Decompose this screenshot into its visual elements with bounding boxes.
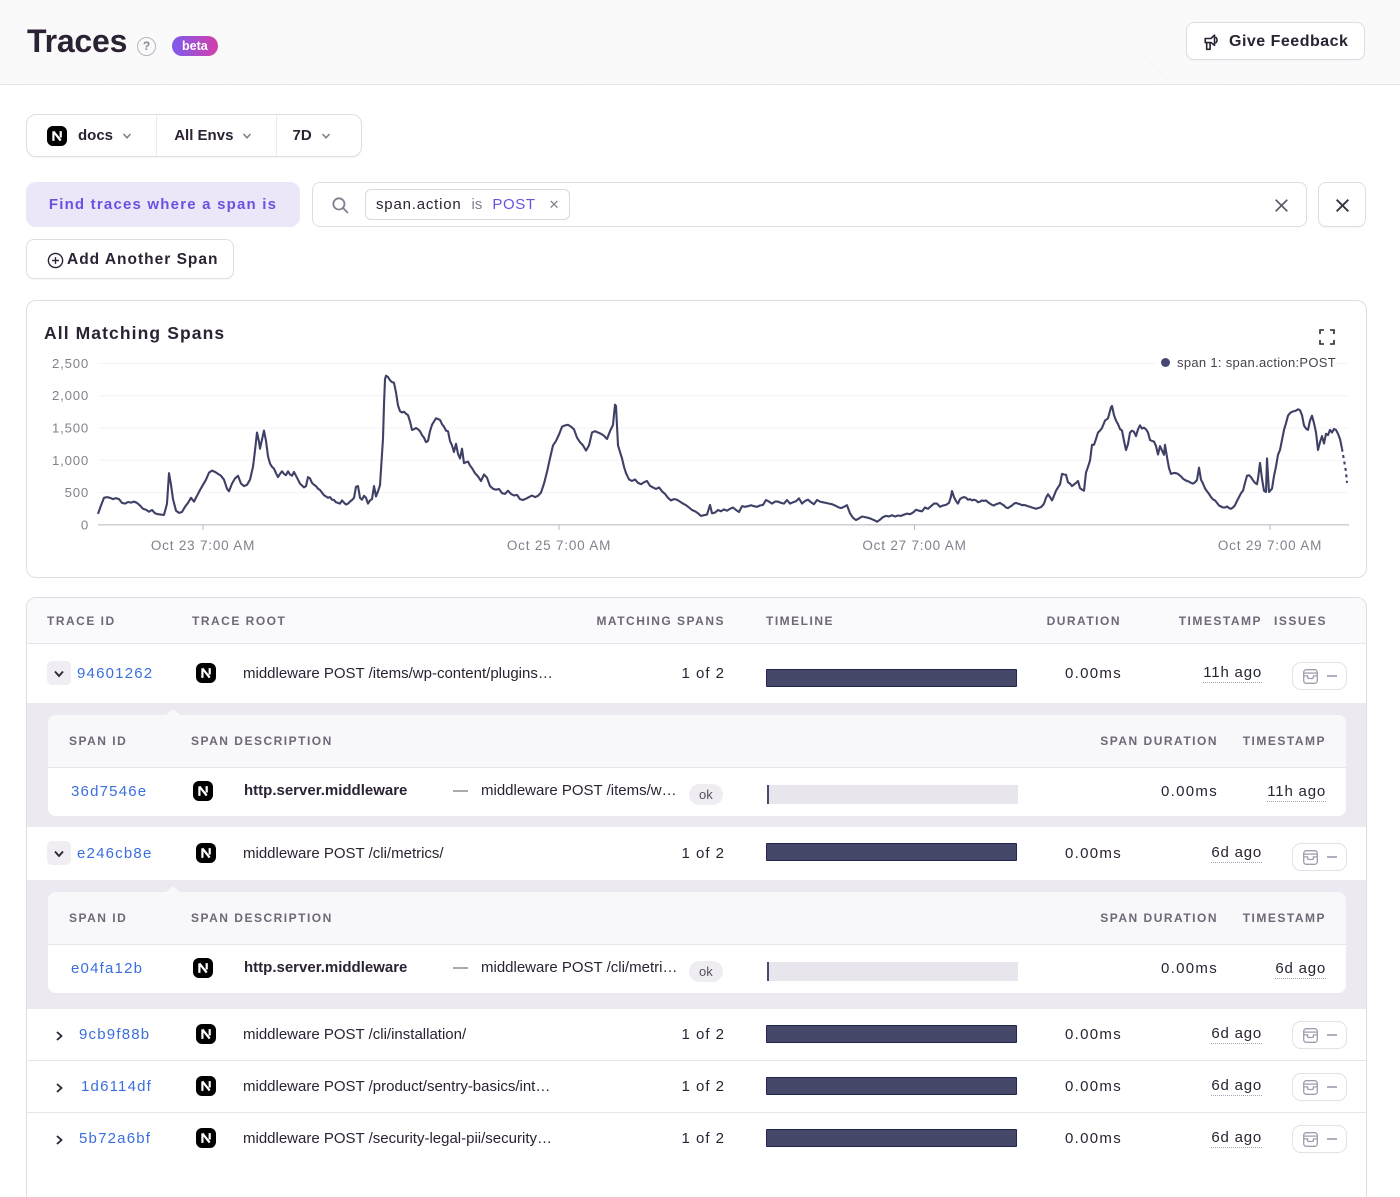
svg-text:Oct 25 7:00 AM: Oct 25 7:00 AM (507, 538, 611, 553)
svg-text:Oct 23 7:00 AM: Oct 23 7:00 AM (151, 538, 255, 553)
svg-text:2,500: 2,500 (52, 356, 89, 371)
svg-text:500: 500 (65, 485, 89, 500)
svg-text:Oct 29 7:00 AM: Oct 29 7:00 AM (1218, 538, 1322, 553)
svg-text:1,000: 1,000 (52, 453, 89, 468)
svg-text:2,000: 2,000 (52, 388, 89, 403)
svg-text:1,500: 1,500 (52, 421, 89, 436)
svg-text:Oct 27 7:00 AM: Oct 27 7:00 AM (862, 538, 966, 553)
svg-text:0: 0 (81, 517, 89, 532)
